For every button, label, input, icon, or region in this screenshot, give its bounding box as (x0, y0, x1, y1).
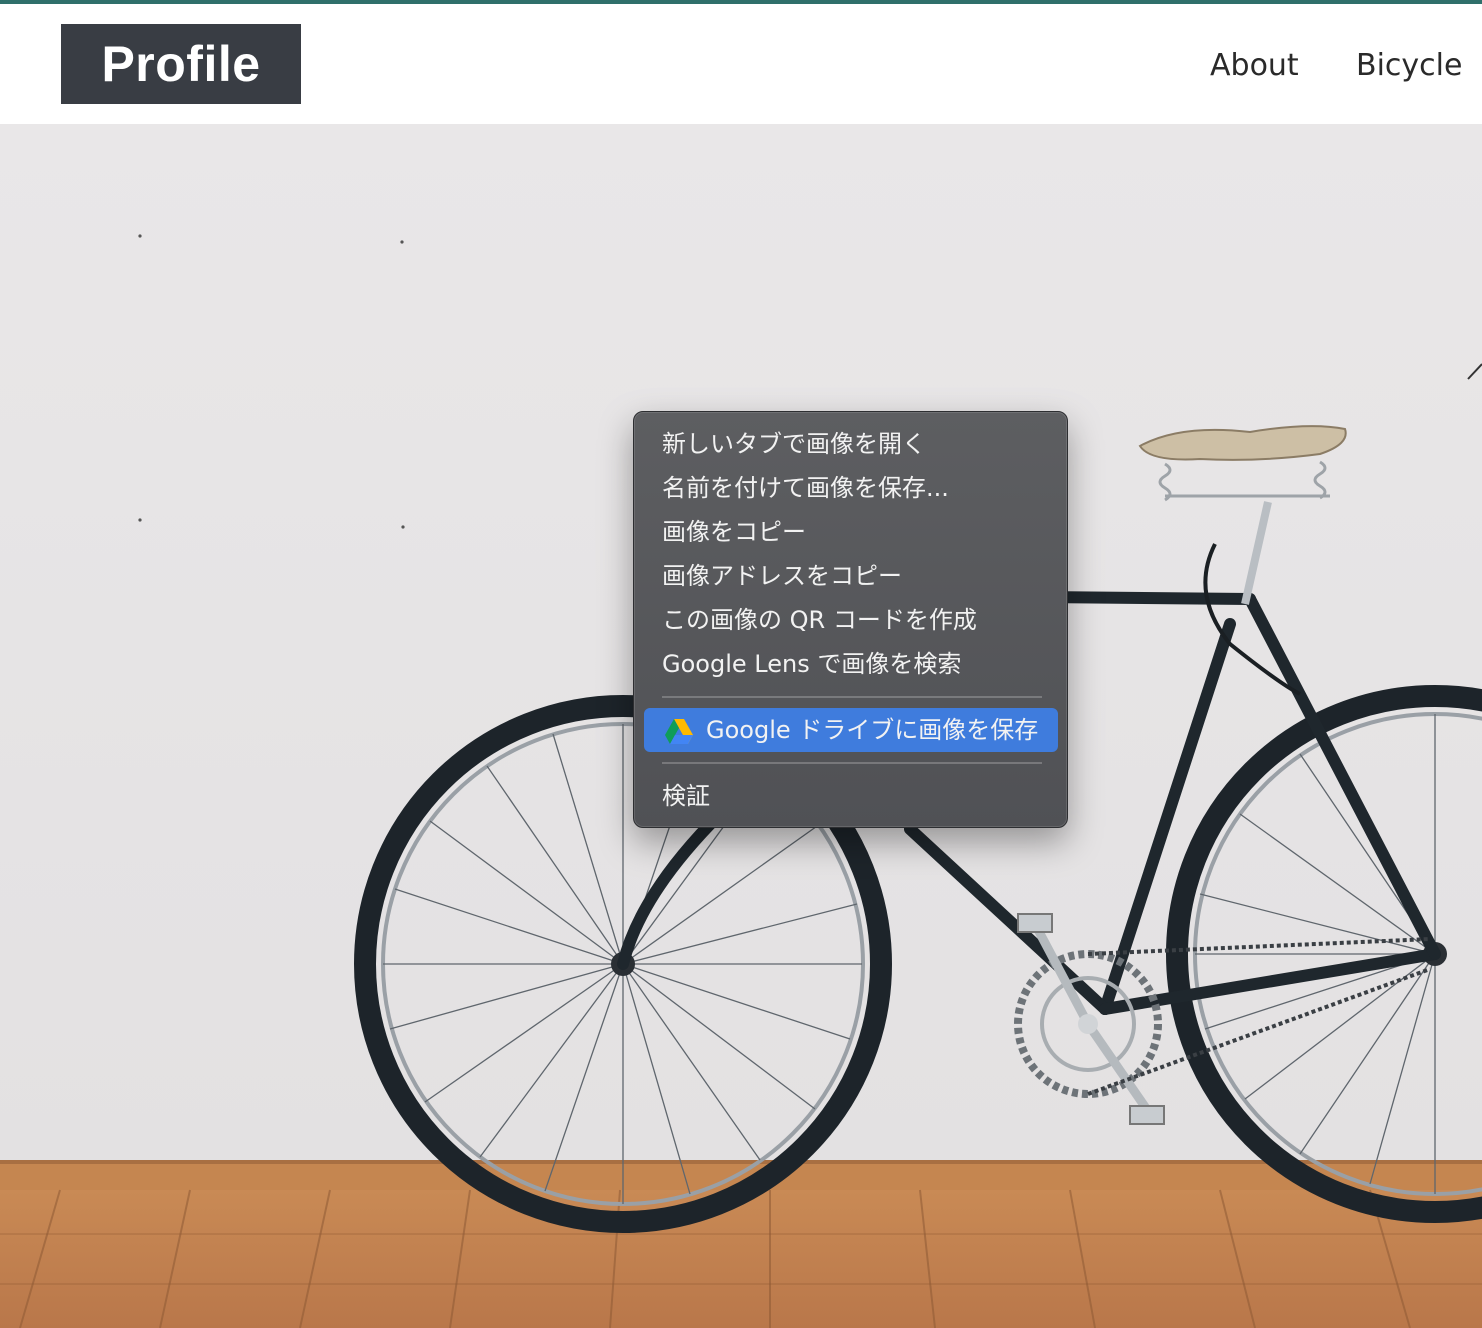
nav-link-about[interactable]: About (1210, 48, 1299, 83)
menu-item-save-image-as[interactable]: 名前を付けて画像を保存... (662, 468, 949, 508)
menu-separator (662, 762, 1042, 764)
nav-link-bicycle[interactable]: Bicycle (1356, 48, 1462, 83)
menu-item-inspect[interactable]: 検証 (662, 776, 710, 816)
image-context-menu: 新しいタブで画像を開く 名前を付けて画像を保存... 画像をコピー 画像アドレス… (633, 411, 1068, 828)
google-drive-icon (665, 719, 693, 744)
menu-item-open-image-new-tab[interactable]: 新しいタブで画像を開く (662, 424, 926, 464)
menu-separator (662, 696, 1042, 698)
menu-item-copy-image-address[interactable]: 画像アドレスをコピー (662, 556, 902, 596)
menu-item-create-qr-code[interactable]: この画像の QR コードを作成 (662, 600, 977, 640)
site-logo[interactable]: Profile (61, 24, 301, 104)
menu-item-save-to-google-drive[interactable]: Google ドライブに画像を保存 (706, 710, 1038, 750)
menu-item-search-google-lens[interactable]: Google Lens で画像を検索 (662, 644, 961, 684)
page: Profile About Bicycle 新しいタブで画像を開く 名前を付けて… (0, 0, 1482, 1328)
menu-item-copy-image[interactable]: 画像をコピー (662, 512, 806, 552)
site-header: Profile About Bicycle (0, 4, 1482, 124)
